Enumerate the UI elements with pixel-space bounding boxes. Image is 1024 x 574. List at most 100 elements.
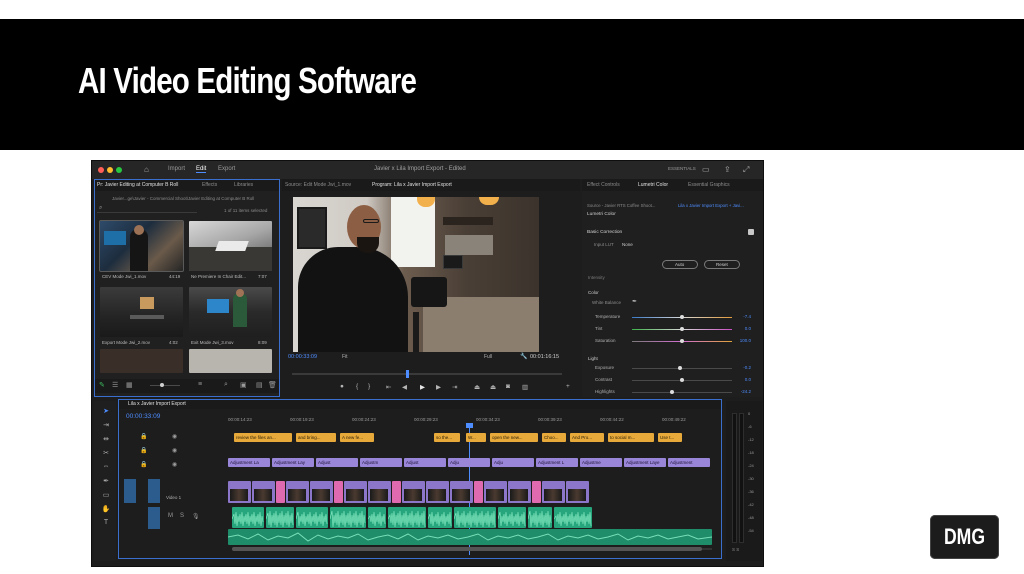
workspace-selector[interactable]: ESSENTIALS	[668, 166, 696, 171]
settings-wrench-icon[interactable]: 🔧	[520, 353, 527, 360]
mark-out-icon[interactable]: }	[368, 383, 370, 390]
transition-clip[interactable]	[276, 481, 285, 503]
go-to-in-icon[interactable]: ⇤	[386, 383, 391, 391]
slider-value[interactable]: 0.0	[745, 377, 751, 382]
color-section-header[interactable]: Color	[588, 290, 599, 295]
video-clip[interactable]	[368, 481, 391, 503]
tab-sequence[interactable]: Lila x Javier Import Export	[128, 401, 186, 407]
home-icon[interactable]: ⌂	[144, 165, 149, 174]
step-back-icon[interactable]: ◀	[402, 383, 407, 391]
lock-track-icon[interactable]: 🔒	[140, 433, 147, 440]
reset-button[interactable]: Reset	[704, 260, 740, 269]
export-frame-icon[interactable]: ◙	[506, 383, 510, 390]
sort-icon[interactable]: ≡	[198, 381, 202, 388]
adjustment-layer-clip[interactable]: Adjustm	[360, 458, 402, 467]
pen-tool-icon[interactable]: ✒	[101, 477, 111, 487]
tab-lumetri-color[interactable]: Lumetri Color	[638, 182, 668, 188]
clip-thumbnail[interactable]	[99, 220, 184, 272]
tint-slider[interactable]	[632, 327, 732, 331]
thumbnail-size-slider[interactable]	[150, 383, 180, 387]
new-item-icon[interactable]: ▤	[256, 381, 263, 389]
slider-value[interactable]: -0.2	[743, 365, 751, 370]
caption-clip[interactable]: to social m...	[608, 433, 654, 442]
tab-source-monitor[interactable]: Source: Edit Mode Jwi_1.mov	[285, 182, 351, 188]
lumetri-target-sequence[interactable]: Lila x Javier Import Export + Javi...	[678, 203, 744, 208]
clip-thumbnail[interactable]	[189, 287, 272, 337]
transition-clip[interactable]	[334, 481, 343, 503]
timeline-zoom-scrollbar[interactable]	[232, 547, 712, 551]
tab-project-bin[interactable]: Pr: Javier Editing at Computer B Roll	[97, 182, 178, 188]
audio-clip[interactable]	[266, 507, 294, 528]
audio-clip[interactable]	[498, 507, 526, 528]
audio-clip[interactable]	[330, 507, 366, 528]
comparison-view-icon[interactable]: ▥	[522, 383, 528, 391]
adjustment-layer-clip[interactable]: Adjustment L	[536, 458, 578, 467]
adjustment-layer-clip[interactable]: Adjustment La	[228, 458, 270, 467]
slider-knob[interactable]	[678, 366, 682, 370]
meter-solo-buttons[interactable]: S S	[732, 547, 739, 552]
lumetri-source-clip[interactable]: Source - Javier RTS Coffee Shoot...	[587, 203, 655, 208]
trash-icon[interactable]: 🗑	[268, 381, 277, 389]
new-bin-icon[interactable]: ▣	[240, 381, 247, 389]
transition-clip[interactable]	[532, 481, 541, 503]
clip-thumbnail[interactable]	[100, 349, 183, 373]
step-forward-icon[interactable]: ▶	[436, 383, 441, 391]
add-marker-icon[interactable]: ●	[340, 383, 344, 390]
saturation-slider[interactable]	[632, 339, 732, 343]
caption-clip[interactable]: open the new...	[490, 433, 538, 442]
light-section-header[interactable]: Light	[588, 356, 598, 361]
video-clip[interactable]	[402, 481, 425, 503]
go-to-out-icon[interactable]: ⇥	[452, 383, 457, 391]
track-select-tool-icon[interactable]: ⇥	[101, 421, 111, 431]
caption-clip[interactable]: W...	[466, 433, 486, 442]
adjustment-layer-clip[interactable]: Adjust	[404, 458, 446, 467]
adjustment-layer-clip[interactable]: Adjustme	[580, 458, 622, 467]
auto-button[interactable]: Auto	[662, 260, 698, 269]
slider-value[interactable]: 100.0	[740, 338, 751, 343]
caption-clip[interactable]: And Pro...	[570, 433, 604, 442]
video-clip[interactable]	[286, 481, 309, 503]
slider-knob[interactable]	[680, 339, 684, 343]
razor-tool-icon[interactable]: ✂	[101, 449, 111, 459]
list-view-icon[interactable]: ☰	[112, 381, 118, 389]
video-clip[interactable]	[450, 481, 473, 503]
video-clip[interactable]	[566, 481, 589, 503]
program-playhead[interactable]	[406, 370, 409, 378]
clip-thumbnail[interactable]	[189, 221, 272, 271]
track-target-a1[interactable]	[148, 507, 160, 529]
video-clip[interactable]	[508, 481, 531, 503]
audio-clip[interactable]	[428, 507, 452, 528]
slider-value[interactable]: 0.0	[745, 326, 751, 331]
tab-program-monitor[interactable]: Program: Lila x Javier Import Export	[372, 182, 452, 188]
slider-value[interactable]: -24.2	[741, 389, 751, 394]
caption-clip[interactable]: Use t...	[658, 433, 682, 442]
slider-knob[interactable]	[670, 390, 674, 394]
lock-track-icon[interactable]: 🔒	[140, 461, 147, 468]
transition-clip[interactable]	[392, 481, 401, 503]
input-lut-dropdown[interactable]: None	[622, 242, 633, 247]
selection-tool-icon[interactable]: ➤	[101, 407, 111, 417]
panel-layout-icon[interactable]: ▭	[702, 165, 710, 174]
extract-icon[interactable]: ⏏	[490, 383, 496, 391]
audio-clip[interactable]	[296, 507, 328, 528]
temperature-slider[interactable]	[632, 315, 732, 319]
timeline-timecode[interactable]: 00:00:33:09	[126, 413, 160, 420]
slider-knob[interactable]	[680, 315, 684, 319]
hand-tool-icon[interactable]: ✋	[101, 505, 111, 515]
contrast-slider[interactable]	[632, 378, 732, 382]
solo-track-icon[interactable]: S	[180, 513, 184, 519]
tab-essential-graphics[interactable]: Essential Graphics	[688, 182, 730, 188]
zoom-window-button[interactable]	[116, 167, 122, 173]
clip-thumbnail[interactable]	[189, 349, 272, 373]
caption-clip[interactable]: so the...	[434, 433, 460, 442]
toggle-output-icon[interactable]: ◉	[172, 433, 177, 440]
minimize-window-button[interactable]	[107, 167, 113, 173]
transition-clip[interactable]	[474, 481, 483, 503]
video-clip[interactable]	[484, 481, 507, 503]
audio-clip[interactable]	[554, 507, 592, 528]
workspace-tab-edit[interactable]: Edit	[196, 166, 207, 173]
video-clip[interactable]	[344, 481, 367, 503]
caption-clip[interactable]: A new fe...	[340, 433, 374, 442]
source-patch-v1[interactable]	[124, 479, 136, 503]
rectangle-tool-icon[interactable]: ▭	[101, 491, 111, 501]
